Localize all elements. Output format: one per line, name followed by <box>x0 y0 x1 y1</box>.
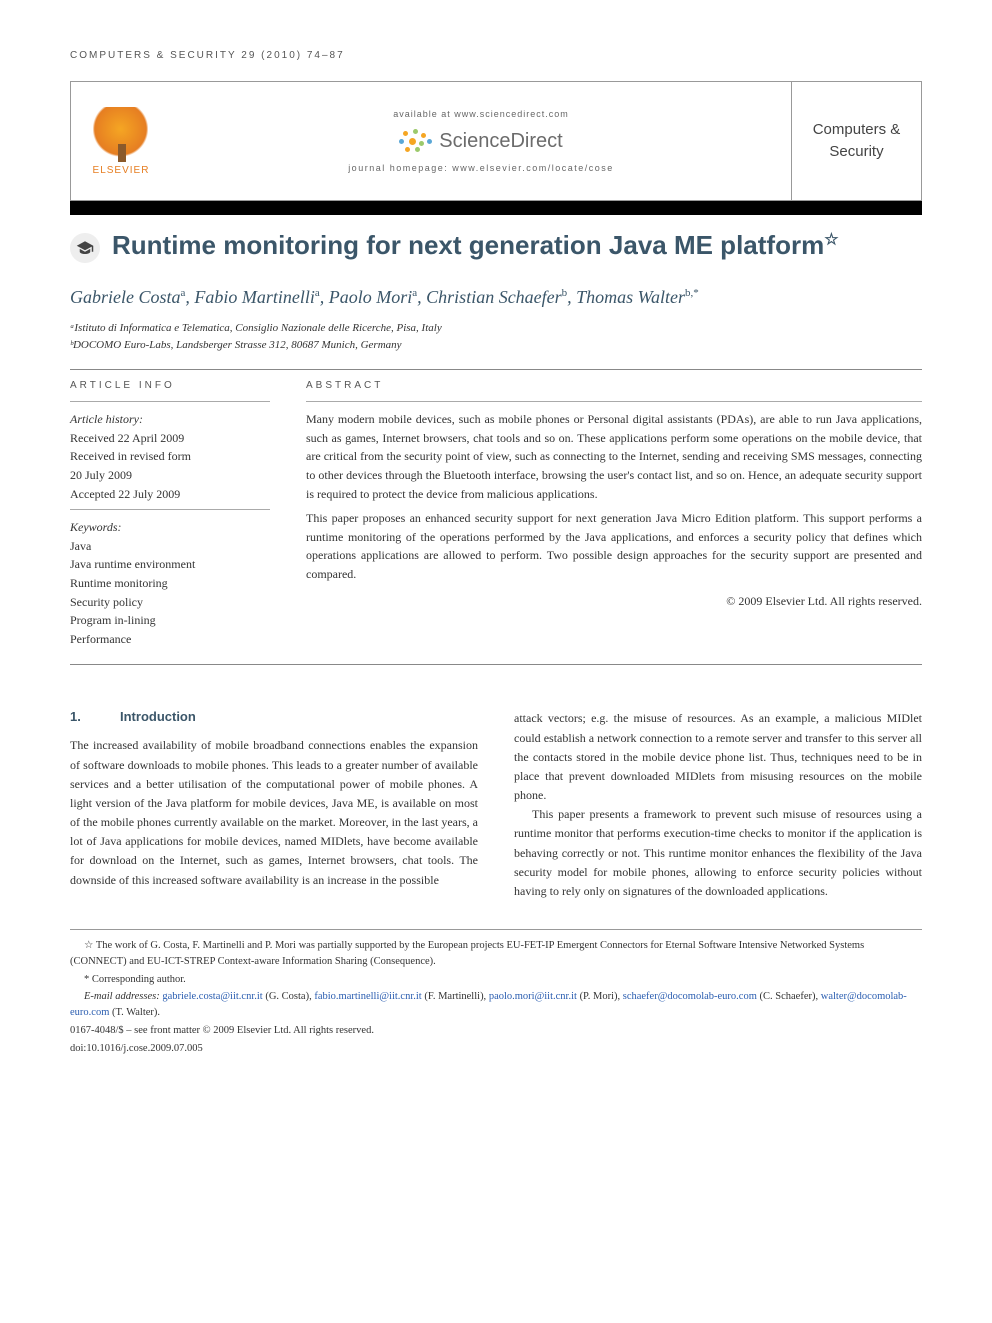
publisher-logo-box: ELSEVIER <box>71 82 171 200</box>
footnotes: ☆ The work of G. Costa, F. Martinelli an… <box>70 929 922 1056</box>
body-col-left: 1.Introduction The increased availabilit… <box>70 709 478 901</box>
running-head: COMPUTERS & SECURITY 29 (2010) 74–87 <box>70 50 922 61</box>
emails-footnote: E-mail addresses: gabriele.costa@iit.cnr… <box>70 989 922 1021</box>
article-info-column: ARTICLE INFO Article history: Received 2… <box>70 380 270 648</box>
issn-line: 0167-4048/$ – see front matter © 2009 El… <box>70 1023 922 1039</box>
meta-rule <box>70 401 270 402</box>
graduation-cap-icon <box>70 233 100 263</box>
abstract-p2: This paper proposes an enhanced security… <box>306 509 922 583</box>
section-number: 1. <box>70 709 120 724</box>
keyword: Java <box>70 537 270 556</box>
affiliations: ᵃIstituto di Informatica e Telematica, C… <box>70 320 922 353</box>
keyword: Java runtime environment <box>70 555 270 574</box>
section-heading: 1.Introduction <box>70 709 478 724</box>
sciencedirect-dots-icon <box>399 129 433 153</box>
doi-line: doi:10.1016/j.cose.2009.07.005 <box>70 1041 922 1057</box>
affiliation-a: ᵃIstituto di Informatica e Telematica, C… <box>70 320 922 337</box>
keyword: Program in-lining <box>70 611 270 630</box>
keyword: Runtime monitoring <box>70 574 270 593</box>
header-center: available at www.sciencedirect.com Scien… <box>171 82 791 200</box>
section-rule <box>70 369 922 370</box>
abstract-copyright: © 2009 Elsevier Ltd. All rights reserved… <box>306 592 922 611</box>
journal-header: ELSEVIER available at www.sciencedirect.… <box>70 81 922 201</box>
title-rule-bar <box>70 201 922 215</box>
body-columns: 1.Introduction The increased availabilit… <box>70 709 922 901</box>
affiliation-b: ᵇDOCOMO Euro-Labs, Landsberger Strasse 3… <box>70 337 922 354</box>
article-info-heading: ARTICLE INFO <box>70 380 270 391</box>
section-title: Introduction <box>120 709 196 724</box>
title-row: Runtime monitoring for next generation J… <box>70 229 922 263</box>
corresponding-author-footnote: * Corresponding author. <box>70 972 922 988</box>
publisher-name: ELSEVIER <box>93 165 150 176</box>
received-date: Received 22 April 2009 <box>70 429 270 448</box>
abstract-p1: Many modern mobile devices, such as mobi… <box>306 410 922 503</box>
body-paragraph: This paper presents a framework to preve… <box>514 805 922 901</box>
elsevier-logo: ELSEVIER <box>93 107 150 176</box>
article-title: Runtime monitoring for next generation J… <box>112 229 839 262</box>
journal-cover-box: Computers & Security <box>791 82 921 200</box>
section-rule <box>70 664 922 665</box>
sciencedirect-wordmark: ScienceDirect <box>439 130 562 153</box>
funding-footnote: ☆ The work of G. Costa, F. Martinelli an… <box>70 938 922 970</box>
body-paragraph: The increased availability of mobile bro… <box>70 736 478 890</box>
article-meta-row: ARTICLE INFO Article history: Received 2… <box>70 380 922 648</box>
meta-rule <box>306 401 922 402</box>
revised-date: 20 July 2009 <box>70 466 270 485</box>
body-col-right: attack vectors; e.g. the misuse of resou… <box>514 709 922 901</box>
sciencedirect-logo: ScienceDirect <box>399 129 562 153</box>
title-footnote-marker: ☆ <box>824 231 838 248</box>
article-title-text: Runtime monitoring for next generation J… <box>112 230 824 260</box>
elsevier-tree-icon <box>93 107 148 162</box>
journal-cover-title: Computers & Security <box>797 119 916 164</box>
author-list: Gabriele Costaa, Fabio Martinellia, Paol… <box>70 285 922 310</box>
history-label: Article history: <box>70 410 270 429</box>
keywords-label: Keywords: <box>70 518 270 537</box>
keyword: Performance <box>70 630 270 649</box>
available-at-line: available at www.sciencedirect.com <box>393 109 569 119</box>
journal-homepage-line: journal homepage: www.elsevier.com/locat… <box>348 163 614 173</box>
revised-label: Received in revised form <box>70 447 270 466</box>
keyword: Security policy <box>70 593 270 612</box>
abstract-heading: ABSTRACT <box>306 380 922 391</box>
accepted-date: Accepted 22 July 2009 <box>70 485 270 504</box>
body-paragraph: attack vectors; e.g. the misuse of resou… <box>514 709 922 805</box>
abstract-column: ABSTRACT Many modern mobile devices, suc… <box>306 380 922 648</box>
meta-rule <box>70 509 270 510</box>
